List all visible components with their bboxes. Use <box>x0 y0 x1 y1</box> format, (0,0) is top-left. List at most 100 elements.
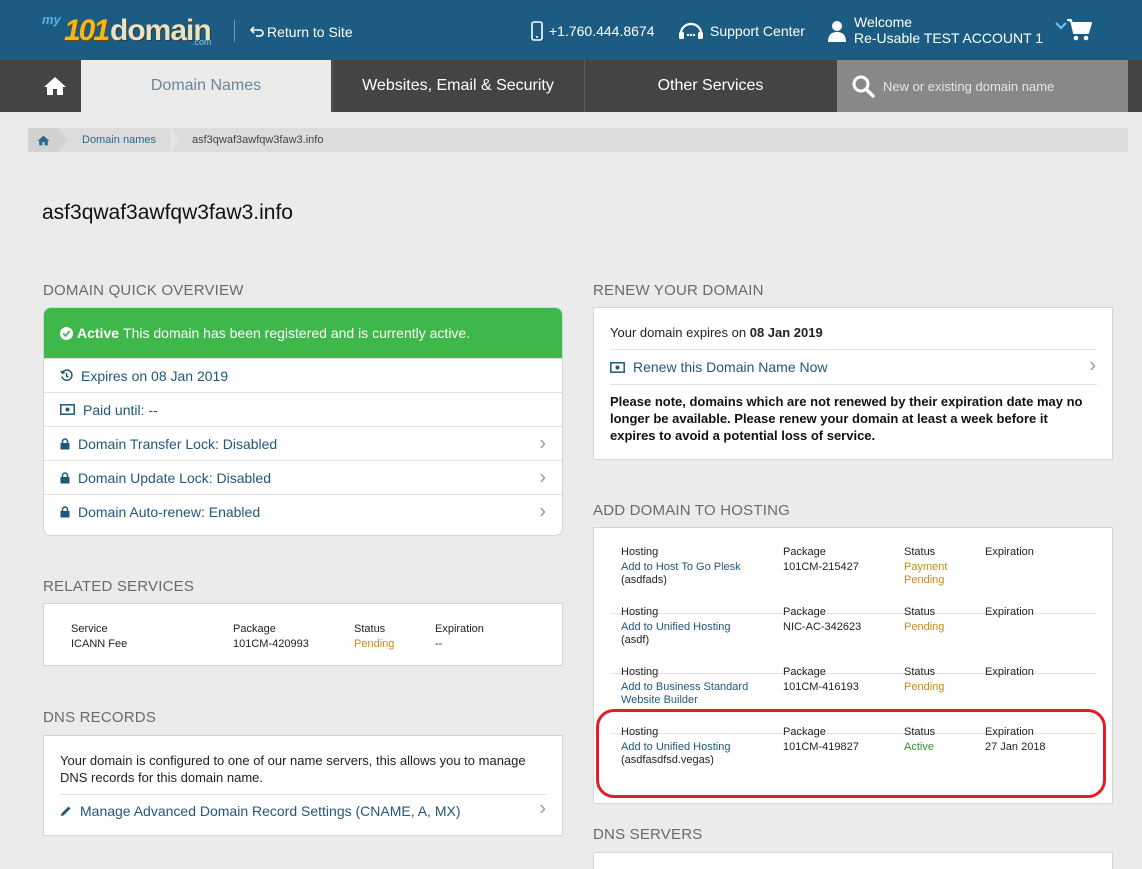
hosting-package: 101CM-215427 <box>783 561 859 573</box>
col-hosting-header: Hosting <box>621 546 659 558</box>
auto-renew-row[interactable]: Domain Auto-renew: Enabled › <box>44 494 562 528</box>
add-to-hosting-link[interactable]: Add to Host To Go Plesk <box>621 561 741 573</box>
col-status-header: Status <box>904 666 936 678</box>
domain-overview-card: Active This domain has been registered a… <box>43 307 563 536</box>
phone-label: +1.760.444.8674 <box>549 23 655 39</box>
col-expiration-header: Expiration <box>985 546 1034 558</box>
lock-icon <box>60 505 70 517</box>
dns-servers-heading: DNS SERVERS <box>593 826 703 843</box>
service-status: Pending <box>354 638 395 650</box>
renew-expires-text: Your domain expires on 08 Jan 2019 <box>610 325 823 340</box>
col-status-header: Status <box>354 623 386 635</box>
home-icon <box>43 77 66 95</box>
account-name: Re-Usable TEST ACCOUNT 1 <box>854 30 1044 46</box>
headset-icon <box>679 22 703 39</box>
check-circle-icon <box>60 326 73 340</box>
breadcrumb-home[interactable] <box>28 128 58 152</box>
update-lock-label: Domain Update Lock: Disabled <box>78 469 271 486</box>
col-package-header: Package <box>783 606 826 618</box>
renew-expires-prefix: Your domain expires on <box>610 325 750 340</box>
support-center-link[interactable]: Support Center <box>678 21 805 41</box>
col-expiration-header: Expiration <box>435 623 484 635</box>
breadcrumb-separator <box>58 128 68 152</box>
hosting-domain: (asdfads) <box>621 574 667 586</box>
return-to-site-link[interactable]: Return to Site <box>250 24 353 40</box>
related-services-table: Service Package Status Expiration ICANN … <box>43 603 563 666</box>
hosting-status: Payment Pending <box>904 561 948 586</box>
site-logo[interactable]: my 101 domain .com <box>42 12 218 50</box>
dns-records-heading: DNS RECORDS <box>43 709 157 726</box>
transfer-lock-label: Domain Transfer Lock: Disabled <box>78 435 278 452</box>
col-service-header: Service <box>71 623 108 635</box>
manage-dns-label: Manage Advanced Domain Record Settings (… <box>80 803 461 819</box>
hosting-package: NIC-AC-342623 <box>783 621 862 633</box>
tab-domain-names[interactable]: Domain Names <box>81 60 331 112</box>
update-lock-row[interactable]: Domain Update Lock: Disabled › <box>44 460 562 494</box>
lock-icon <box>60 437 70 449</box>
pencil-icon <box>61 806 71 816</box>
hosting-package: 101CM-416193 <box>783 681 859 693</box>
chevron-right-icon: › <box>539 500 546 522</box>
active-description: This domain has been registered and is c… <box>123 325 471 341</box>
tab-other-services[interactable]: Other Services <box>584 60 836 112</box>
renew-domain-link[interactable]: Renew this Domain Name Now <box>610 359 828 375</box>
renew-heading: RENEW YOUR DOMAIN <box>593 282 764 299</box>
breadcrumb-domain-names[interactable]: Domain names <box>68 134 170 146</box>
main-nav: Domain Names Websites, Email & Security … <box>0 60 1142 112</box>
account-menu[interactable]: Welcome Re-Usable TEST ACCOUNT 1 <box>828 14 1067 46</box>
breadcrumb: Domain names asf3qwaf3awfqw3faw3.info <box>28 128 1128 152</box>
breadcrumb-current: asf3qwaf3awfqw3faw3.info <box>191 134 324 146</box>
top-header: my 101 domain .com Return to Site +1.760… <box>0 0 1142 60</box>
renew-domain-card: Your domain expires on 08 Jan 2019 Renew… <box>593 307 1113 460</box>
dns-servers-card <box>593 852 1113 869</box>
col-status-header: Status <box>904 606 936 618</box>
add-to-hosting-link[interactable]: Add to Unified Hosting <box>621 621 730 633</box>
lock-icon <box>60 471 70 483</box>
page-title: asf3qwaf3awfqw3faw3.info <box>42 201 293 224</box>
domain-search <box>837 60 1128 112</box>
tab-websites-email-security[interactable]: Websites, Email & Security <box>332 60 583 112</box>
active-status-banner: Active This domain has been registered a… <box>44 308 562 358</box>
welcome-label: Welcome <box>854 14 913 30</box>
chevron-right-icon: › <box>1089 354 1096 377</box>
nav-home-button[interactable] <box>28 60 81 112</box>
shopping-cart-icon <box>1067 19 1092 41</box>
service-package: 101CM-420993 <box>233 638 309 650</box>
expires-label: Expires on 08 Jan 2019 <box>81 367 229 384</box>
hosting-domain: (asdf) <box>621 634 650 646</box>
highlight-annotation <box>596 709 1106 798</box>
add-to-hosting-heading: ADD DOMAIN TO HOSTING <box>593 502 790 519</box>
col-hosting-header: Hosting <box>621 666 659 678</box>
service-expiration: -- <box>435 638 443 650</box>
return-arrow-icon <box>250 26 264 37</box>
add-to-hosting-link[interactable]: Add to Business Standard Website Builder <box>621 681 761 707</box>
col-package-header: Package <box>233 623 276 635</box>
manage-dns-records-link[interactable]: Manage Advanced Domain Record Settings (… <box>60 803 461 819</box>
divider <box>610 384 1097 385</box>
col-hosting-header: Hosting <box>621 606 659 618</box>
renew-link-label: Renew this Domain Name Now <box>633 359 828 375</box>
hosting-row: Hosting Package Status Expiration Add to… <box>610 546 1097 614</box>
mobile-phone-icon <box>531 21 543 41</box>
header-divider <box>234 20 235 42</box>
logo-com: .com <box>192 37 212 47</box>
paid-until-label: Paid until: -- <box>83 401 158 418</box>
col-status-header: Status <box>904 546 936 558</box>
chevron-right-icon: › <box>539 466 546 488</box>
logo-num: 101 <box>64 14 110 47</box>
hosting-row: Hosting Package Status Expiration Add to… <box>610 606 1097 674</box>
dns-records-description: Your domain is configured to one of our … <box>60 753 526 785</box>
col-expiration-header: Expiration <box>985 606 1034 618</box>
home-icon <box>37 135 49 145</box>
transfer-lock-row[interactable]: Domain Transfer Lock: Disabled › <box>44 426 562 460</box>
user-icon <box>828 21 846 42</box>
domain-search-input[interactable] <box>883 78 1113 94</box>
money-icon <box>60 404 75 415</box>
col-expiration-header: Expiration <box>985 666 1034 678</box>
phone-number[interactable]: +1.760.444.8674 <box>531 21 655 41</box>
renew-expires-date: 08 Jan 2019 <box>749 325 823 340</box>
support-center-label: Support Center <box>710 23 805 39</box>
search-icon[interactable] <box>851 74 875 98</box>
divider <box>60 794 547 795</box>
cart-button[interactable] <box>1066 18 1092 47</box>
